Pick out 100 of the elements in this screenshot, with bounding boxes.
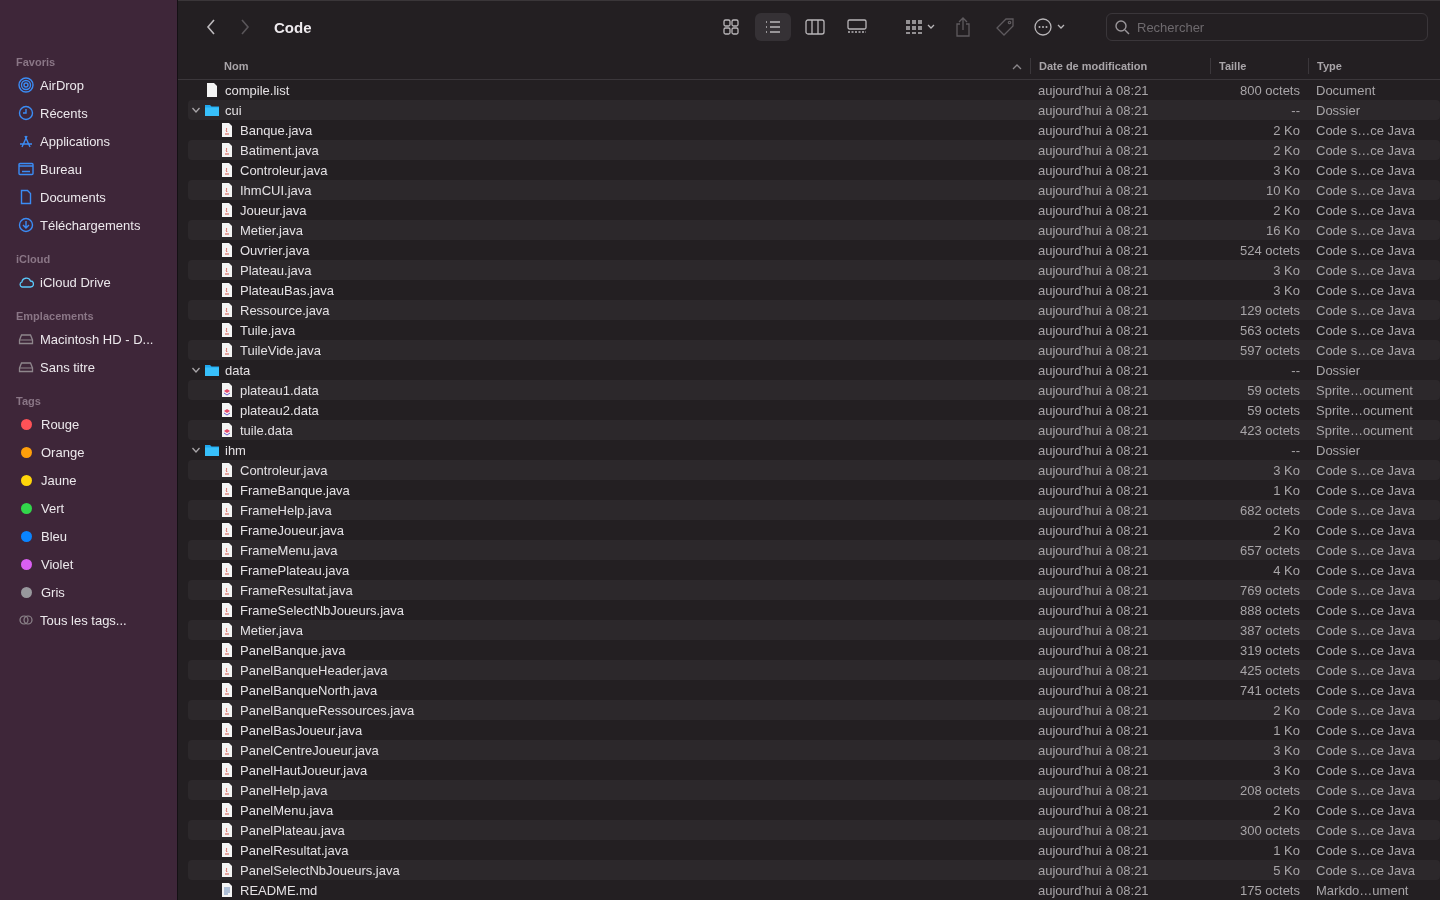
java-file-icon [219, 322, 235, 338]
disclosure-chevron-icon[interactable] [191, 445, 201, 455]
type-cell-text: Sprite…ocument [1315, 402, 1414, 418]
file-row[interactable]: PanelCentreJoueur.java aujourd’hui à 08:21 3 Ko Code s…ce Java [188, 740, 1440, 760]
file-name: FrameBanque.java [240, 482, 350, 498]
file-row[interactable]: Controleur.java aujourd’hui à 08:21 3 Ko Code s…ce Java [188, 160, 1440, 180]
column-header[interactable]: Date de modification [1030, 58, 1210, 74]
file-name: PanelSelectNbJoueurs.java [240, 862, 400, 878]
file-row[interactable]: FrameMenu.java aujourd’hui à 08:21 657 octets Code s…ce Java [188, 540, 1440, 560]
file-row[interactable]: Metier.java aujourd’hui à 08:21 16 Ko Code s…ce Java [188, 220, 1440, 240]
file-row[interactable]: PanelBanqueRessources.java aujourd’hui à 08:21 2 Ko Code s…ce Java [188, 700, 1440, 720]
sidebar-item[interactable]: Vert [0, 494, 177, 522]
column-header[interactable]: Taille [1210, 58, 1308, 74]
sidebar-item[interactable]: iCloud Drive [0, 268, 177, 296]
file-row[interactable]: PanelResultat.java aujourd’hui à 08:21 1 Ko Code s…ce Java [188, 840, 1440, 860]
disclosure-chevron-icon[interactable] [191, 105, 201, 115]
disclosure-chevron-icon[interactable] [191, 365, 201, 375]
file-row[interactable]: ihm aujourd’hui à 08:21 -- Dossier [188, 440, 1440, 460]
size-cell-text: 129 octets [1239, 302, 1301, 318]
file-row[interactable]: FrameBanque.java aujourd’hui à 08:21 1 Ko Code s…ce Java [188, 480, 1440, 500]
size-cell-text: 175 octets [1239, 882, 1301, 898]
file-row[interactable]: data aujourd’hui à 08:21 -- Dossier [188, 360, 1440, 380]
size-cell-text: -- [1290, 102, 1301, 118]
date-cell-text: aujourd’hui à 08:21 [1037, 762, 1150, 778]
type-cell-text: Sprite…ocument [1315, 382, 1414, 398]
column-header[interactable]: Type [1308, 58, 1440, 74]
size-cell-text: 3 Ko [1272, 262, 1301, 278]
window-title: Code [274, 18, 312, 36]
type-cell-text: Code s…ce Java [1315, 322, 1416, 338]
file-row[interactable]: compile.list aujourd’hui à 08:21 800 octets Document [188, 80, 1440, 100]
sidebar-item[interactable]: Récents [0, 99, 177, 127]
search-field[interactable]: Rechercher [1106, 13, 1428, 41]
sidebar-item[interactable]: Documents [0, 183, 177, 211]
file-row[interactable]: PanelPlateau.java aujourd’hui à 08:21 300 octets Code s…ce Java [188, 820, 1440, 840]
date-cell-text: aujourd’hui à 08:21 [1037, 362, 1150, 378]
file-row[interactable]: FrameResultat.java aujourd’hui à 08:21 769 octets Code s…ce Java [188, 580, 1440, 600]
file-row[interactable]: IhmCUI.java aujourd’hui à 08:21 10 Ko Code s…ce Java [188, 180, 1440, 200]
date-cell-text: aujourd’hui à 08:21 [1037, 262, 1150, 278]
sidebar-item[interactable]: AirDrop [0, 71, 177, 99]
type-cell-text: Code s…ce Java [1315, 142, 1416, 158]
sidebar-item[interactable]: Rouge [0, 410, 177, 438]
file-row[interactable]: PanelHautJoueur.java aujourd’hui à 08:21 3 Ko Code s…ce Java [188, 760, 1440, 780]
sidebar-item[interactable]: Gris [0, 578, 177, 606]
java-file-icon [219, 262, 235, 278]
size-cell-text: 3 Ko [1272, 162, 1301, 178]
file-row[interactable]: FrameHelp.java aujourd’hui à 08:21 682 octets Code s…ce Java [188, 500, 1440, 520]
file-row[interactable]: FramePlateau.java aujourd’hui à 08:21 4 Ko Code s…ce Java [188, 560, 1440, 580]
file-row[interactable]: Plateau.java aujourd’hui à 08:21 3 Ko Code s…ce Java [188, 260, 1440, 280]
file-row[interactable]: PanelBanqueHeader.java aujourd’hui à 08:21 425 octets Code s…ce Java [188, 660, 1440, 680]
column-header[interactable]: Nom [178, 58, 1030, 74]
sidebar-item[interactable]: Bleu [0, 522, 177, 550]
file-name: PanelBanque.java [240, 642, 346, 658]
file-name: PanelBanqueNorth.java [240, 682, 378, 698]
file-row[interactable]: PanelMenu.java aujourd’hui à 08:21 2 Ko Code s…ce Java [188, 800, 1440, 820]
file-row[interactable]: Banque.java aujourd’hui à 08:21 2 Ko Code s…ce Java [188, 120, 1440, 140]
file-name: plateau1.data [240, 382, 319, 398]
file-row[interactable]: FrameJoueur.java aujourd’hui à 08:21 2 Ko Code s…ce Java [188, 520, 1440, 540]
file-row[interactable]: Ressource.java aujourd’hui à 08:21 129 octets Code s…ce Java [188, 300, 1440, 320]
file-row[interactable]: PanelHelp.java aujourd’hui à 08:21 208 octets Code s…ce Java [188, 780, 1440, 800]
java-file-icon [219, 742, 235, 758]
sidebar-item[interactable]: Orange [0, 438, 177, 466]
file-row[interactable]: README.md aujourd’hui à 08:21 175 octets Markdo…ument [188, 880, 1440, 900]
sidebar-item[interactable]: Tous les tags... [0, 606, 177, 634]
file-row[interactable]: PanelSelectNbJoueurs.java aujourd’hui à 08:21 5 Ko Code s…ce Java [188, 860, 1440, 880]
file-row[interactable]: PanelBanque.java aujourd’hui à 08:21 319 octets Code s…ce Java [188, 640, 1440, 660]
file-name: tuile.data [240, 422, 293, 438]
java-file-icon [219, 602, 235, 618]
file-row[interactable]: PanelBanqueNorth.java aujourd’hui à 08:21 741 octets Code s…ce Java [188, 680, 1440, 700]
file-row[interactable]: plateau1.data aujourd’hui à 08:21 59 octets Sprite…ocument [188, 380, 1440, 400]
file-row[interactable]: Joueur.java aujourd’hui à 08:21 2 Ko Code s…ce Java [188, 200, 1440, 220]
sidebar-item[interactable]: Sans titre [0, 353, 177, 381]
type-cell-text: Code s…ce Java [1315, 582, 1416, 598]
type-cell-text: Code s…ce Java [1315, 722, 1416, 738]
java-file-icon [219, 462, 235, 478]
file-row[interactable]: Controleur.java aujourd’hui à 08:21 3 Ko Code s…ce Java [188, 460, 1440, 480]
type-cell-text: Code s…ce Java [1315, 222, 1416, 238]
java-file-icon [219, 202, 235, 218]
file-row[interactable]: Batiment.java aujourd’hui à 08:21 2 Ko Code s…ce Java [188, 140, 1440, 160]
file-row[interactable]: cui aujourd’hui à 08:21 -- Dossier [188, 100, 1440, 120]
sidebar-item[interactable]: Macintosh HD - D... [0, 325, 177, 353]
file-row[interactable]: Ouvrier.java aujourd’hui à 08:21 524 octets Code s…ce Java [188, 240, 1440, 260]
type-cell-text: Dossier [1315, 362, 1362, 378]
sidebar-item[interactable]: Téléchargements [0, 211, 177, 239]
file-row[interactable]: TuileVide.java aujourd’hui à 08:21 597 octets Code s…ce Java [188, 340, 1440, 360]
view-button[interactable] [755, 13, 791, 41]
sidebar-item[interactable]: Bureau [0, 155, 177, 183]
sidebar-item[interactable]: Applications [0, 127, 177, 155]
date-cell-text: aujourd’hui à 08:21 [1037, 282, 1150, 298]
file-row[interactable]: Metier.java aujourd’hui à 08:21 387 octets Code s…ce Java [188, 620, 1440, 640]
file-row[interactable]: PlateauBas.java aujourd’hui à 08:21 3 Ko Code s…ce Java [188, 280, 1440, 300]
file-row[interactable]: tuile.data aujourd’hui à 08:21 423 octets Sprite…ocument [188, 420, 1440, 440]
sidebar-item[interactable]: Violet [0, 550, 177, 578]
file-row[interactable]: plateau2.data aujourd’hui à 08:21 59 octets Sprite…ocument [188, 400, 1440, 420]
date-cell-text: aujourd’hui à 08:21 [1037, 542, 1150, 558]
file-row[interactable]: Tuile.java aujourd’hui à 08:21 563 octets Code s…ce Java [188, 320, 1440, 340]
file-row[interactable]: PanelBasJoueur.java aujourd’hui à 08:21 1 Ko Code s…ce Java [188, 720, 1440, 740]
sidebar-item[interactable]: Jaune [0, 466, 177, 494]
file-row[interactable]: FrameSelectNbJoueurs.java aujourd’hui à 08:21 888 octets Code s…ce Java [188, 600, 1440, 620]
type-cell-text: Code s…ce Java [1315, 122, 1416, 138]
file-name: Plateau.java [240, 262, 312, 278]
